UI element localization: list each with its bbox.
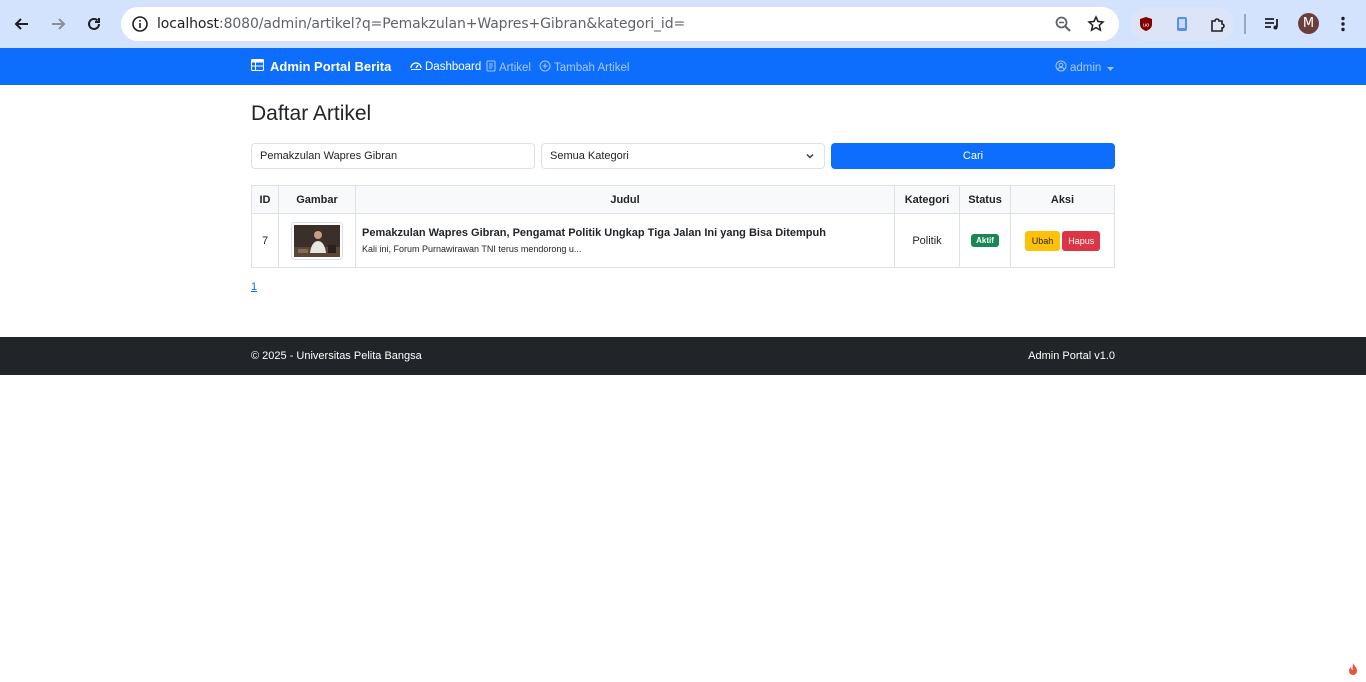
chevron-down-icon (805, 151, 815, 164)
zoom-icon[interactable] (1053, 14, 1073, 34)
navbar-brand[interactable]: Admin Portal Berita (251, 59, 391, 74)
kebab-menu-icon[interactable] (1331, 12, 1355, 36)
url-path: :8080/admin/artikel?q=Pemakzulan+Wapres+… (218, 16, 686, 32)
page-title: Daftar Artikel (251, 102, 372, 125)
article-table: ID Gambar Judul Kategori Status Aksi 7 P… (251, 185, 1115, 268)
nav-dashboard-label: Dashboard (425, 61, 482, 73)
search-input[interactable]: Pemakzulan Wapres Gibran (251, 143, 535, 169)
media-queue-icon[interactable] (1260, 12, 1284, 36)
cell-image (278, 213, 356, 268)
user-dropdown[interactable]: admin (1055, 60, 1115, 75)
flame-icon[interactable] (1346, 662, 1360, 676)
col-aksi: Aksi (1010, 185, 1115, 214)
category-select[interactable]: Semua Kategori (541, 143, 825, 169)
cell-id: 7 (251, 213, 279, 268)
table-icon (251, 59, 264, 74)
col-kategori: Kategori (894, 185, 960, 214)
toolbar-divider (1244, 14, 1246, 34)
footer-version: Admin Portal v1.0 (1028, 350, 1115, 362)
footer: © 2025 - Universitas Pelita Bangsa Admin… (0, 337, 1366, 375)
category-select-value: Semua Kategori (550, 150, 629, 162)
svg-text:uo: uo (1143, 23, 1150, 29)
nav-artikel[interactable]: Artikel (486, 60, 531, 75)
col-id: ID (251, 185, 279, 214)
col-status: Status (959, 185, 1011, 214)
site-info-icon[interactable] (129, 13, 151, 35)
nav-tambah-artikel[interactable]: Tambah Artikel (539, 60, 629, 75)
pagination-page-1[interactable]: 1 (251, 281, 257, 293)
address-bar[interactable]: localhost:8080/admin/artikel?q=Pemakzula… (121, 7, 1119, 41)
nav-tambah-label: Tambah Artikel (554, 61, 630, 74)
table-header-row: ID Gambar Judul Kategori Status Aksi (251, 185, 1115, 214)
browser-toolbar: localhost:8080/admin/artikel?q=Pemakzula… (0, 0, 1366, 48)
thumbnail-photo (294, 224, 340, 257)
cell-kategori: Politik (894, 213, 960, 268)
user-circle-icon (1055, 60, 1067, 75)
col-judul: Judul (355, 185, 895, 214)
cell-judul: Pemakzulan Wapres Gibran, Pengamat Polit… (355, 213, 895, 268)
status-badge: Aktif (971, 234, 999, 247)
article-title[interactable]: Pemakzulan Wapres Gibran, Pengamat Polit… (362, 227, 888, 239)
back-icon[interactable] (10, 12, 34, 36)
edit-button[interactable]: Ubah (1024, 230, 1061, 251)
article-snippet: Kali ini, Forum Purnawirawan TNI terus m… (362, 244, 582, 254)
extensions-puzzle-icon[interactable] (1206, 12, 1230, 36)
url-text[interactable]: localhost:8080/admin/artikel?q=Pemakzula… (157, 16, 685, 32)
forward-icon[interactable] (46, 12, 70, 36)
navbar: Admin Portal Berita Dashboard Artikel Ta… (0, 48, 1366, 85)
url-host: localhost (157, 16, 219, 32)
cell-status: Aktif (959, 213, 1011, 268)
search-button[interactable]: Cari (831, 143, 1115, 169)
delete-button[interactable]: Hapus (1062, 230, 1101, 251)
cell-aksi: Ubah Hapus (1010, 213, 1115, 268)
plus-circle-icon (539, 60, 551, 75)
brand-label: Admin Portal Berita (270, 59, 392, 74)
bookmark-star-icon[interactable] (1086, 14, 1106, 34)
user-label: admin (1070, 61, 1102, 74)
document-icon (486, 60, 496, 75)
caret-down-icon (1107, 62, 1115, 74)
col-gambar: Gambar (278, 185, 356, 214)
extension-phone-icon[interactable] (1170, 12, 1194, 36)
footer-copyright: © 2025 - Universitas Pelita Bangsa (251, 350, 422, 362)
ublock-icon[interactable]: uo (1134, 12, 1158, 36)
profile-avatar[interactable]: M (1298, 13, 1319, 34)
nav-artikel-label: Artikel (499, 61, 531, 74)
reload-icon[interactable] (82, 12, 106, 36)
nav-dashboard[interactable]: Dashboard (410, 60, 481, 74)
dashboard-icon (410, 60, 422, 74)
table-row: 7 Pemakzulan Wapres Gibran, Pengamat Pol… (251, 213, 1115, 268)
article-thumbnail (291, 221, 343, 260)
